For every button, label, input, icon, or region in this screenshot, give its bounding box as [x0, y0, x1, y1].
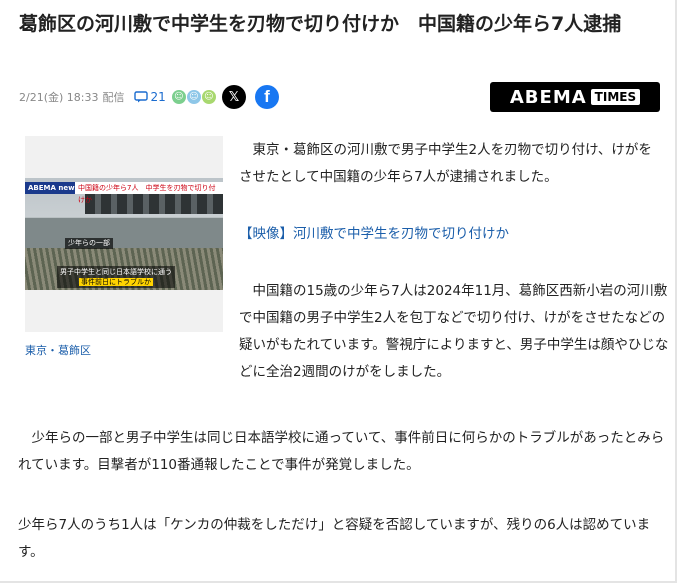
image-caption-overlay: 男子中学生と同じ日本語学校に通う 事件前日にトラブルか [57, 266, 175, 288]
facebook-share-icon[interactable]: f [255, 85, 279, 109]
reaction-face-icon: ☺ [201, 90, 216, 104]
x-share-icon[interactable]: 𝕏 [222, 85, 246, 109]
facebook-share-glyph: f [264, 87, 270, 106]
x-share-glyph: 𝕏 [228, 89, 240, 105]
image-subtitle: 少年らの一部 [65, 238, 113, 249]
paragraph-4: 少年ら7人のうち1人は「ケンカの仲裁をしただけ」と容疑を否認していますが、残りの… [18, 517, 651, 560]
image-caption-line2: 事件前日にトラブルか [79, 278, 153, 286]
logo-abema: ABEMA [509, 86, 587, 108]
paragraph-2: 中国籍の15歳の少年ら7人は2024年11月、葛飾区西新小岩の河川敷で中国籍の男… [239, 283, 669, 380]
video-link[interactable]: 【映像】河川敷で中学生を刃物で切り付けか [239, 223, 509, 245]
image-headline: 中国籍の少年ら7人 中学生を刃物で切り付けか [75, 182, 223, 204]
article-image[interactable]: ABEMA news/ 中国籍の少年ら7人 中学生を刃物で切り付けか 少年らの一… [25, 136, 223, 332]
reaction-faces[interactable]: ☺ ☺ ☺ [171, 90, 217, 104]
reaction-face-icon: ☺ [171, 90, 186, 104]
comment-icon [134, 91, 149, 103]
abema-times-logo[interactable]: ABEMA TIMES [490, 82, 660, 112]
delivery-label: 配信 [102, 91, 125, 104]
image-caption-line1: 男子中学生と同じ日本語学校に通う [60, 268, 172, 276]
comment-link[interactable]: 21 [134, 90, 166, 104]
article-title: 葛飾区の河川敷で中学生を刃物で切り付けか 中国籍の少年ら7人逮捕 [19, 13, 622, 35]
river [25, 218, 223, 248]
logo-times: TIMES [590, 89, 641, 105]
publish-date: 2/21(金) 18:33 [19, 91, 99, 104]
image-caption: 東京・葛飾区 [25, 344, 91, 357]
comment-count: 21 [150, 90, 166, 104]
paragraph-3: 少年らの一部と男子中学生は同じ日本語学校に通っていて、事件前日に何らかのトラブル… [18, 430, 665, 473]
paragraph-1: 東京・葛飾区の河川敷で男子中学生2人を刃物で切り付け、けがをさせたとして中国籍の… [239, 142, 652, 185]
article-meta: 2/21(金) 18:33 配信 21 ☺ ☺ ☺ [19, 86, 217, 108]
reaction-face-icon: ☺ [186, 90, 201, 104]
